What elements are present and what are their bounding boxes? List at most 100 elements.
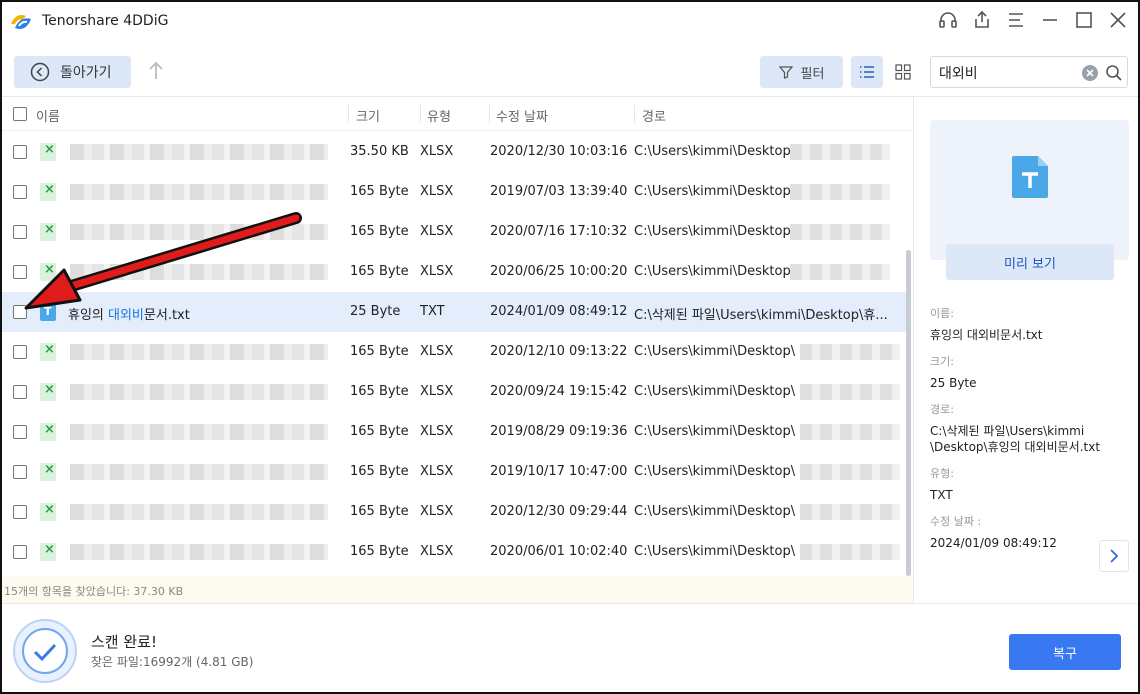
info-path: 경로: C:\삭제된 파일\Users\kimmi \Desktop\휴잉의 대…: [930, 401, 1100, 455]
file-size: 165 Byte: [350, 464, 409, 479]
back-button[interactable]: 돌아가기: [14, 56, 131, 88]
info-name-label: 이름:: [930, 307, 954, 320]
file-path: C:\Users\kimmi\Desktop: [634, 264, 791, 279]
column-divider[interactable]: [634, 105, 635, 123]
column-divider[interactable]: [348, 105, 349, 123]
row-checkbox[interactable]: [13, 185, 27, 199]
clear-search-icon[interactable]: [1081, 64, 1099, 82]
row-checkbox[interactable]: [13, 305, 27, 319]
select-all-checkbox[interactable]: [13, 107, 27, 121]
info-size-value: 25 Byte: [930, 376, 977, 390]
blurred-path: [790, 144, 890, 160]
header-type[interactable]: 유형: [427, 106, 451, 125]
table-row[interactable]: 165 Byte XLSX 2020/07/16 17:10:32 C:\Use…: [2, 212, 907, 252]
xlsx-file-icon: [40, 542, 56, 561]
scan-complete-icon: [13, 619, 77, 683]
panel-divider: [913, 97, 914, 603]
row-checkbox[interactable]: [13, 385, 27, 399]
file-modified: 2020/12/30 10:03:16: [490, 144, 628, 159]
search-icon[interactable]: [1105, 64, 1123, 82]
table-row[interactable]: 165 Byte XLSX 2019/08/29 09:19:36 C:\Use…: [2, 412, 907, 452]
info-name: 이름: 휴잉의 대외비문서.txt: [930, 305, 1042, 343]
file-size: 165 Byte: [350, 424, 409, 439]
xlsx-file-icon: [40, 502, 56, 521]
xlsx-file-icon: [40, 182, 56, 201]
file-path: C:\Users\kimmi\Desktop\: [634, 384, 796, 399]
headset-icon[interactable]: [938, 10, 958, 30]
list-view-icon: [860, 66, 874, 78]
minimize-icon[interactable]: [1040, 10, 1060, 30]
file-modified: 2020/12/10 09:13:22: [490, 344, 628, 359]
row-checkbox[interactable]: [13, 465, 27, 479]
txt-file-icon: [40, 303, 56, 321]
recover-button[interactable]: 복구: [1009, 634, 1121, 670]
table-row[interactable]: 165 Byte XLSX 2019/07/03 13:39:40 C:\Use…: [2, 172, 907, 212]
maximize-icon[interactable]: [1074, 10, 1094, 30]
filter-button[interactable]: 필터: [760, 56, 843, 88]
next-button[interactable]: [1099, 540, 1129, 572]
table-row[interactable]: 165 Byte XLSX 2020/06/01 10:02:40 C:\Use…: [2, 532, 907, 572]
close-icon[interactable]: [1108, 10, 1128, 30]
up-arrow-icon[interactable]: [147, 60, 165, 82]
file-modified: 2020/06/25 10:00:20: [490, 264, 628, 279]
column-divider[interactable]: [489, 105, 490, 123]
table-scrollbar[interactable]: [906, 250, 911, 576]
table-row[interactable]: 165 Byte XLSX 2020/09/24 19:15:42 C:\Use…: [2, 372, 907, 412]
blurred-filename: [70, 264, 328, 280]
row-checkbox[interactable]: [13, 225, 27, 239]
filter-label: 필터: [800, 66, 825, 82]
blurred-filename: [70, 384, 328, 400]
row-checkbox[interactable]: [13, 505, 27, 519]
file-modified: 2020/12/30 09:29:44: [490, 504, 628, 519]
app-title: Tenorshare 4DDiG: [42, 13, 169, 29]
title-bar: Tenorshare 4DDiG: [2, 2, 1138, 42]
info-path-value-line1: C:\삭제된 파일\Users\kimmi: [930, 424, 1085, 438]
preview-button[interactable]: 미리 보기: [946, 244, 1114, 280]
file-path: C:\Users\kimmi\Desktop: [634, 184, 791, 199]
file-size: 165 Byte: [350, 504, 409, 519]
column-divider[interactable]: [420, 105, 421, 123]
back-button-label: 돌아가기: [60, 65, 112, 81]
file-table: 이름 크기 유형 수정 날짜 경로 35.50 KB XLSX 2020/12/…: [2, 97, 912, 575]
table-row[interactable]: 165 Byte XLSX 2020/12/30 09:29:44 C:\Use…: [2, 492, 907, 532]
file-modified: 2020/07/16 17:10:32: [490, 224, 628, 239]
file-type: XLSX: [420, 224, 454, 239]
table-row[interactable]: 165 Byte XLSX 2020/12/10 09:13:22 C:\Use…: [2, 332, 907, 372]
table-row[interactable]: 35.50 KB XLSX 2020/12/30 10:03:16 C:\Use…: [2, 132, 907, 172]
blurred-filename: [70, 144, 328, 160]
file-type: XLSX: [420, 264, 454, 279]
share-icon[interactable]: [972, 10, 992, 30]
file-path: C:\Users\kimmi\Desktop\: [634, 544, 796, 559]
menu-icon[interactable]: [1006, 10, 1026, 30]
file-type: XLSX: [420, 544, 454, 559]
header-size[interactable]: 크기: [356, 106, 380, 125]
grid-view-button[interactable]: [887, 56, 919, 88]
row-checkbox[interactable]: [13, 425, 27, 439]
table-row[interactable]: 165 Byte XLSX 2019/10/17 10:47:00 C:\Use…: [2, 452, 907, 492]
blurred-filename: [70, 344, 328, 360]
blurred-path: [800, 504, 900, 520]
table-row[interactable]: 165 Byte XLSX 2020/06/25 10:00:20 C:\Use…: [2, 252, 907, 292]
file-modified: 2024/01/09 08:49:12: [490, 304, 628, 319]
info-type: 유형: TXT: [930, 465, 954, 503]
table-row-selected[interactable]: 휴잉의 대외비문서.txt 25 Byte TXT 2024/01/09 08:…: [2, 292, 907, 332]
row-checkbox[interactable]: [13, 345, 27, 359]
xlsx-file-icon: [40, 142, 56, 161]
info-type-label: 유형:: [930, 467, 954, 480]
header-modified[interactable]: 수정 날짜: [496, 106, 548, 125]
search-input[interactable]: [939, 63, 1079, 83]
file-size: 35.50 KB: [350, 144, 409, 159]
row-checkbox[interactable]: [13, 545, 27, 559]
blurred-filename: [70, 184, 328, 200]
window-controls: [938, 10, 1128, 30]
file-path: C:\Users\kimmi\Desktop\: [634, 424, 796, 439]
row-checkbox[interactable]: [13, 145, 27, 159]
list-view-button[interactable]: [851, 56, 883, 88]
blurred-filename: [70, 504, 328, 520]
file-path: C:\Users\kimmi\Desktop\: [634, 464, 796, 479]
row-checkbox[interactable]: [13, 265, 27, 279]
header-name[interactable]: 이름: [36, 106, 60, 125]
info-modified-label: 수정 날짜 :: [930, 515, 982, 528]
header-path[interactable]: 경로: [642, 106, 666, 125]
file-path: C:\삭제된 파일\Users\kimmi\Desktop\휴...: [634, 308, 888, 323]
